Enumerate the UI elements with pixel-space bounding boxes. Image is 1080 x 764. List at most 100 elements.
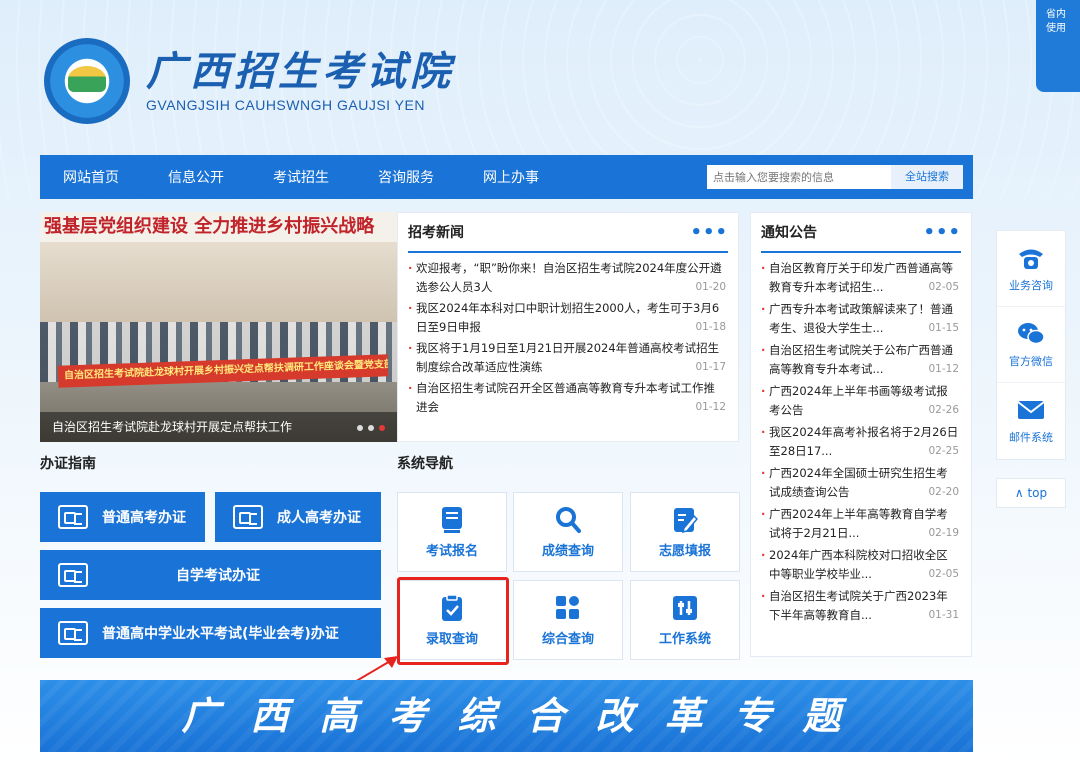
guide-adult-button[interactable]: 成人高考办证	[215, 492, 381, 542]
carousel-dot[interactable]	[357, 425, 363, 431]
main-nav: 网站首页 信息公开 考试招生 咨询服务 网上办事 全站搜索	[40, 155, 973, 199]
notice-item-date: 02-25	[928, 445, 959, 457]
notice-item-date: 02-26	[928, 404, 959, 416]
guide-button-label: 成人高考办证	[277, 510, 361, 526]
guide-gaokao-button[interactable]: 普通高考办证	[40, 492, 205, 542]
notice-item[interactable]: 自治区招生考试院关于公布广西普通高等教育专升本考试...01-12	[761, 341, 959, 379]
news-item[interactable]: 我区将于1月19日至1月21日开展2024年普通高校考试招生制度综合改革适应性演…	[408, 339, 726, 377]
notice-item-date: 02-05	[928, 568, 959, 580]
notice-item[interactable]: 广西2024年上半年书画等级考试报考公告02-26	[761, 382, 959, 420]
corner-tab[interactable]: 省内 使用	[1036, 0, 1080, 92]
news-list: 欢迎报考，“职”盼你来！自治区招生考试院2024年度公开遴选参公人员3人01-2…	[398, 253, 738, 417]
site-title: 广西招生考试院	[146, 48, 454, 95]
edit-document-icon	[674, 507, 698, 533]
carousel-dot[interactable]	[368, 425, 374, 431]
float-label: 官方微信	[1009, 354, 1053, 368]
notice-header: 通知公告 •••	[761, 213, 961, 253]
site-logo[interactable]: 广西招生考试院 GVANGJSIH CAUHSWNGH GAUJSI YEN	[44, 38, 454, 124]
tile-exam-register[interactable]: 考试报名	[397, 492, 507, 572]
notice-item-text: 广西专升本考试政策解读来了！普通考生、退役大学生士...	[769, 302, 953, 335]
guide-button-label: 普通高考办证	[102, 510, 186, 526]
carousel-building	[40, 242, 397, 322]
news-carousel[interactable]: 强基层党组织建设 全力推进乡村振兴战略 自治区招生考试院赴龙球村开展乡村振兴定点…	[40, 212, 397, 442]
notice-item[interactable]: 自治区招生考试院关于广西2023年下半年高等教育自...01-31	[761, 587, 959, 625]
grid-apps-icon	[556, 595, 579, 619]
news-item-date: 01-18	[695, 321, 726, 333]
tile-label: 成绩查询	[541, 543, 594, 559]
news-more-button[interactable]: •••	[690, 222, 728, 243]
guide-selfstudy-button[interactable]: 自学考试办证	[40, 550, 381, 600]
nav-exams[interactable]: 考试招生	[273, 167, 329, 187]
notice-item-text: 自治区招生考试院关于公布广西普通高等教育专升本考试...	[769, 343, 953, 376]
search-input[interactable]	[707, 165, 891, 189]
id-card-icon	[233, 505, 263, 529]
tile-work-system[interactable]: 工作系统	[630, 580, 740, 660]
notice-item-text: 广西2024年全国硕士研究生招生考试成绩查询公告	[769, 466, 948, 499]
notice-item[interactable]: 我区2024年高考补报名将于2月26日至28日17...02-25	[761, 423, 959, 461]
tile-general-query[interactable]: 综合查询	[513, 580, 623, 660]
chevron-up-icon: ∧	[1014, 486, 1028, 500]
notice-item-date: 01-12	[928, 363, 959, 375]
phone-icon	[1019, 249, 1043, 269]
news-item-text: 我区将于1月19日至1月21日开展2024年普通高校考试招生制度综合改革适应性演…	[416, 341, 720, 374]
nav-info[interactable]: 信息公开	[168, 167, 224, 187]
emblem-icon	[44, 38, 130, 124]
tile-label: 工作系统	[658, 631, 711, 647]
float-wechat-button[interactable]: 官方微信	[997, 307, 1065, 383]
notice-title: 通知公告	[761, 225, 817, 241]
nav-online[interactable]: 网上办事	[483, 167, 539, 187]
notice-item[interactable]: 2024年广西本科院校对口招收全区中等职业学校毕业...02-05	[761, 546, 959, 584]
reform-banner[interactable]: 广西高考综合改革专题	[40, 680, 973, 752]
news-item[interactable]: 欢迎报考，“职”盼你来！自治区招生考试院2024年度公开遴选参公人员3人01-2…	[408, 259, 726, 297]
nav-consult[interactable]: 咨询服务	[378, 167, 434, 187]
guide-title: 办证指南	[40, 456, 96, 472]
reform-banner-text: 广西高考综合改革专题	[181, 694, 872, 738]
sliders-icon	[673, 595, 697, 620]
tile-label: 综合查询	[541, 631, 594, 647]
tile-volunteer-fill[interactable]: 志愿填报	[630, 492, 740, 572]
notice-item-text: 2024年广西本科院校对口招收全区中等职业学校毕业...	[769, 548, 948, 581]
guide-button-label: 普通高中学业水平考试(毕业会考)办证	[102, 626, 339, 642]
notice-item-text: 广西2024年上半年书画等级考试报考公告	[769, 384, 948, 417]
news-item-text: 我区2024年本科对口中职计划招生2000人，考生可于3月6日至9日申报	[416, 301, 720, 334]
wechat-icon	[1018, 322, 1045, 344]
search-icon	[556, 506, 581, 533]
nav-home[interactable]: 网站首页	[63, 167, 119, 187]
notice-item-text: 广西2024年上半年高等教育自学考试将于2月21日...	[769, 507, 948, 540]
carousel-dot-active[interactable]	[379, 425, 385, 431]
back-to-top-label: top	[1027, 486, 1048, 500]
tile-label: 志愿填报	[658, 543, 711, 559]
search-button[interactable]: 全站搜索	[891, 165, 963, 189]
news-item-date: 01-17	[695, 361, 726, 373]
float-label: 业务咨询	[1009, 278, 1053, 292]
notice-more-button[interactable]: •••	[923, 222, 961, 243]
notice-item[interactable]: 自治区教育厅关于印发广西普通高等教育专升本考试招生...02-05	[761, 259, 959, 297]
site-title-en: GVANGJSIH CAUHSWNGH GAUJSI YEN	[146, 97, 425, 113]
back-to-top-button[interactable]: ∧ top	[996, 478, 1066, 508]
guide-button-label: 自学考试办证	[176, 568, 260, 584]
notice-item[interactable]: 广西专升本考试政策解读来了！普通考生、退役大学生士...01-15	[761, 300, 959, 338]
news-item-date: 01-20	[695, 281, 726, 293]
notice-item-date: 02-05	[928, 281, 959, 293]
id-card-icon	[58, 505, 88, 529]
tile-label: 考试报名	[425, 543, 478, 559]
notice-item[interactable]: 广西2024年上半年高等教育自学考试将于2月21日...02-19	[761, 505, 959, 543]
news-item[interactable]: 自治区招生考试院召开全区普通高等教育专升本考试工作推进会01-12	[408, 379, 726, 417]
floating-toolbar: 业务咨询 官方微信 邮件系统	[996, 230, 1066, 460]
float-mail-button[interactable]: 邮件系统	[997, 383, 1065, 459]
notice-item-text: 自治区招生考试院关于广西2023年下半年高等教育自...	[769, 589, 948, 622]
carousel-caption[interactable]: 自治区招生考试院赴龙球村开展定点帮扶工作	[40, 412, 397, 442]
id-card-icon	[58, 563, 88, 587]
mail-icon	[1017, 401, 1045, 419]
form-icon	[442, 506, 462, 533]
news-title: 招考新闻	[408, 225, 464, 241]
carousel-dots	[357, 425, 385, 431]
notice-item-text: 自治区教育厅关于印发广西普通高等教育专升本考试招生...	[769, 261, 953, 294]
news-item[interactable]: 我区2024年本科对口中职计划招生2000人，考生可于3月6日至9日申报01-1…	[408, 299, 726, 337]
carousel-banner-text: 强基层党组织建设 全力推进乡村振兴战略	[40, 212, 397, 242]
notice-list: 自治区教育厅关于印发广西普通高等教育专升本考试招生...02-05 广西专升本考…	[751, 253, 971, 625]
tile-score-query[interactable]: 成绩查询	[513, 492, 623, 572]
notice-item[interactable]: 广西2024年全国硕士研究生招生考试成绩查询公告02-20	[761, 464, 959, 502]
notice-item-date: 01-31	[928, 609, 959, 621]
float-consult-button[interactable]: 业务咨询	[997, 231, 1065, 307]
